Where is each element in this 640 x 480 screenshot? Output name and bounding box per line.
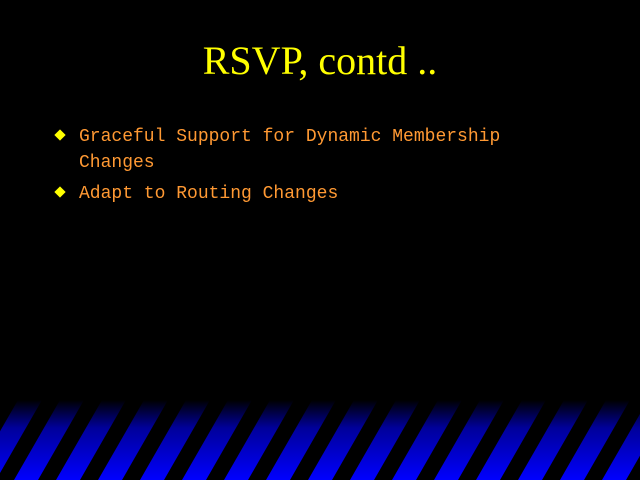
footer-stripe-band	[0, 400, 640, 480]
bullet-text-line: Adapt to Routing Changes	[79, 184, 339, 204]
bullet-text-line: Graceful Support for Dynamic Membership	[79, 127, 501, 147]
bullet-item: Graceful Support for Dynamic Membership …	[54, 124, 614, 176]
diamond-icon	[54, 186, 66, 198]
slide-title: RSVP, contd ..	[202, 38, 438, 83]
bullet-list: Graceful Support for Dynamic Membership …	[54, 124, 614, 212]
bullet-item: Adapt to Routing Changes	[54, 181, 614, 207]
slide: RSVP, contd .. Graceful Support for Dyna…	[0, 0, 640, 480]
diamond-icon	[54, 129, 66, 141]
bullet-text-line: Changes	[79, 153, 155, 173]
